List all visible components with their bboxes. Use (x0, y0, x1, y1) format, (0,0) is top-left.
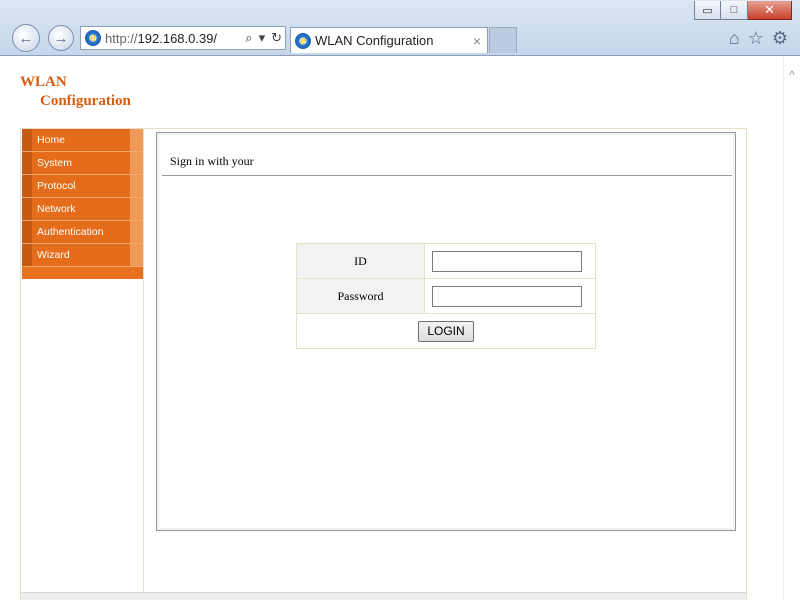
url-prefix: http:// (105, 30, 138, 46)
id-row: ID (296, 243, 596, 279)
ie-tab-icon: e (295, 32, 311, 49)
tab-title: WLAN Configuration (315, 33, 434, 48)
password-label: Password (296, 278, 425, 314)
home-icon[interactable]: ⌂ (729, 28, 740, 49)
minimize-button[interactable]: ▭ (694, 1, 721, 20)
scroll-up-icon[interactable]: ^ (784, 68, 800, 82)
forward-button[interactable]: → (48, 25, 74, 51)
main-content-panel: Sign in with your ID Password LOGIN (156, 132, 736, 531)
maximize-button[interactable]: □ (721, 1, 748, 20)
sidebar-item-label: Network (37, 203, 76, 215)
footer-bar (21, 592, 746, 600)
password-row: Password (296, 278, 596, 314)
favorites-star-icon[interactable]: ☆ (748, 28, 764, 49)
submit-cell: LOGIN (296, 313, 596, 349)
tab-close-icon[interactable]: × (473, 33, 487, 49)
address-url[interactable]: http://192.168.0.39/ (105, 31, 242, 46)
sidebar-item-network[interactable]: Network (22, 198, 143, 221)
sidebar-item-label: Wizard (37, 249, 70, 261)
back-button[interactable]: ← (12, 24, 40, 52)
address-bar[interactable]: e http://192.168.0.39/ ⌕ ▾ ↻ (80, 26, 286, 50)
password-input[interactable] (432, 285, 582, 307)
back-arrow-icon: ← (18, 29, 34, 47)
sidebar-item-protocol[interactable]: Protocol (22, 175, 143, 198)
close-window-button[interactable]: ✕ (748, 1, 792, 20)
sidebar-item-system[interactable]: System (22, 152, 143, 175)
sidebar-item-label: Authentication (37, 226, 104, 238)
logo-line-2: Configuration (40, 93, 131, 109)
logo-line-1: WLAN (20, 74, 67, 90)
ie-page-icon: e (85, 30, 101, 46)
login-button[interactable]: LOGIN (418, 320, 474, 342)
sidebar-menu: Home System Protocol Network Authenticat… (22, 129, 143, 279)
search-icon[interactable]: ⌕ (242, 30, 255, 46)
window-controls: ▭ □ ✕ (694, 1, 792, 20)
heading-divider (162, 175, 732, 176)
new-tab-button[interactable] (489, 27, 517, 53)
vertical-scrollbar[interactable]: ^ (783, 56, 800, 600)
maximize-icon: □ (730, 4, 738, 16)
sidebar-item-home[interactable]: Home (22, 129, 143, 152)
sidebar: Home System Protocol Network Authenticat… (21, 129, 144, 600)
url-host: 192.168.0.39/ (137, 30, 218, 46)
settings-gear-icon[interactable]: ⚙ (772, 28, 788, 49)
sidebar-item-label: Home (37, 134, 66, 146)
sidebar-item-wizard[interactable]: Wizard (22, 244, 143, 267)
submit-row: LOGIN (296, 313, 596, 349)
minimize-icon: ▭ (702, 4, 713, 17)
dropdown-icon[interactable]: ▾ (256, 30, 269, 46)
close-icon: ✕ (764, 2, 775, 17)
refresh-icon[interactable]: ↻ (268, 30, 285, 46)
sidebar-item-label: Protocol (37, 180, 76, 192)
browser-tools: ⌂ ☆ ⚙ (729, 28, 788, 49)
page-layout: Home System Protocol Network Authenticat… (20, 128, 747, 600)
password-field-cell (424, 278, 596, 314)
id-field-cell (424, 243, 596, 279)
forward-arrow-icon: → (53, 29, 69, 47)
browser-chrome: ▭ □ ✕ ← → e http://192.168.0.39/ ⌕ ▾ ↻ e… (0, 0, 800, 56)
id-input[interactable] (432, 250, 582, 272)
signin-heading: Sign in with your (170, 154, 254, 168)
sidebar-item-authentication[interactable]: Authentication (22, 221, 143, 244)
id-label: ID (296, 243, 425, 279)
tab-wlan-configuration[interactable]: e WLAN Configuration × (290, 27, 488, 53)
page-viewport: WLAN Configuration Home System Protocol … (0, 56, 800, 600)
sidebar-item-label: System (37, 157, 73, 169)
login-form: ID Password LOGIN (296, 243, 596, 349)
wlan-logo: WLAN Configuration (20, 73, 131, 111)
